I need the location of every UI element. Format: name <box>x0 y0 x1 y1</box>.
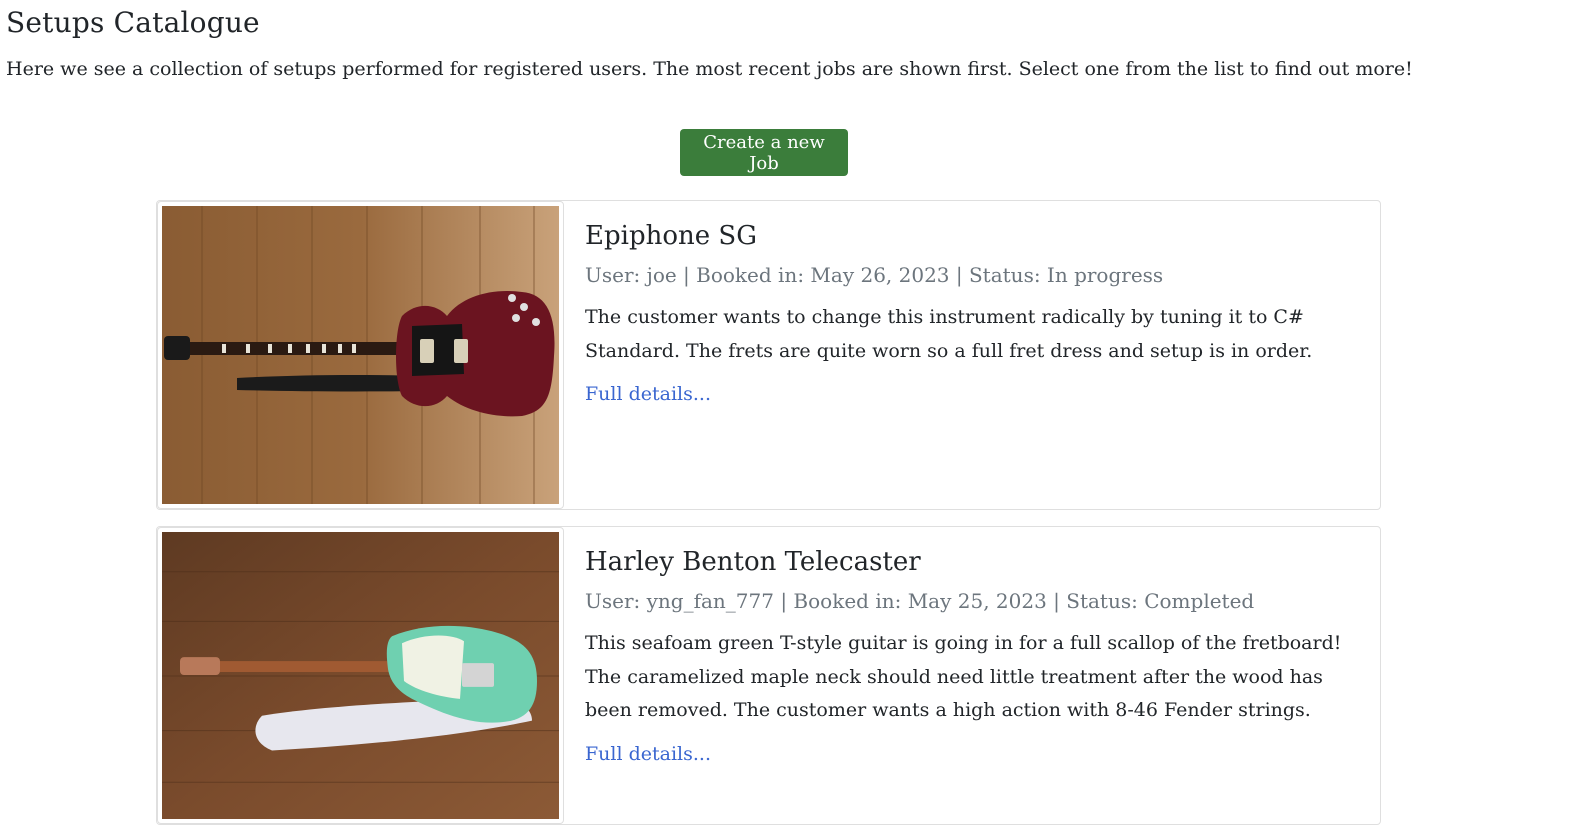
job-title: Epiphone SG <box>585 221 757 251</box>
full-details-link[interactable]: Full details... <box>585 743 711 765</box>
page-intro: Here we see a collection of setups perfo… <box>6 58 1413 80</box>
job-card: Epiphone SG User: joe | Booked in: May 2… <box>156 200 1381 510</box>
job-image[interactable] <box>157 527 564 824</box>
create-job-button[interactable]: Create a new Job <box>680 129 848 176</box>
guitar-photo <box>162 532 559 819</box>
job-meta: User: yng_fan_777 | Booked in: May 25, 2… <box>585 589 1255 613</box>
job-meta: User: joe | Booked in: May 26, 2023 | St… <box>585 263 1164 287</box>
job-description: The customer wants to change this instru… <box>585 306 1313 362</box>
job-title: Harley Benton Telecaster <box>585 547 921 577</box>
job-image[interactable] <box>157 201 564 509</box>
guitar-photo <box>162 206 559 504</box>
page-title: Setups Catalogue <box>6 6 260 39</box>
job-card: Harley Benton Telecaster User: yng_fan_7… <box>156 526 1381 825</box>
full-details-link[interactable]: Full details... <box>585 383 711 405</box>
job-description: This seafoam green T-style guitar is goi… <box>585 632 1342 721</box>
